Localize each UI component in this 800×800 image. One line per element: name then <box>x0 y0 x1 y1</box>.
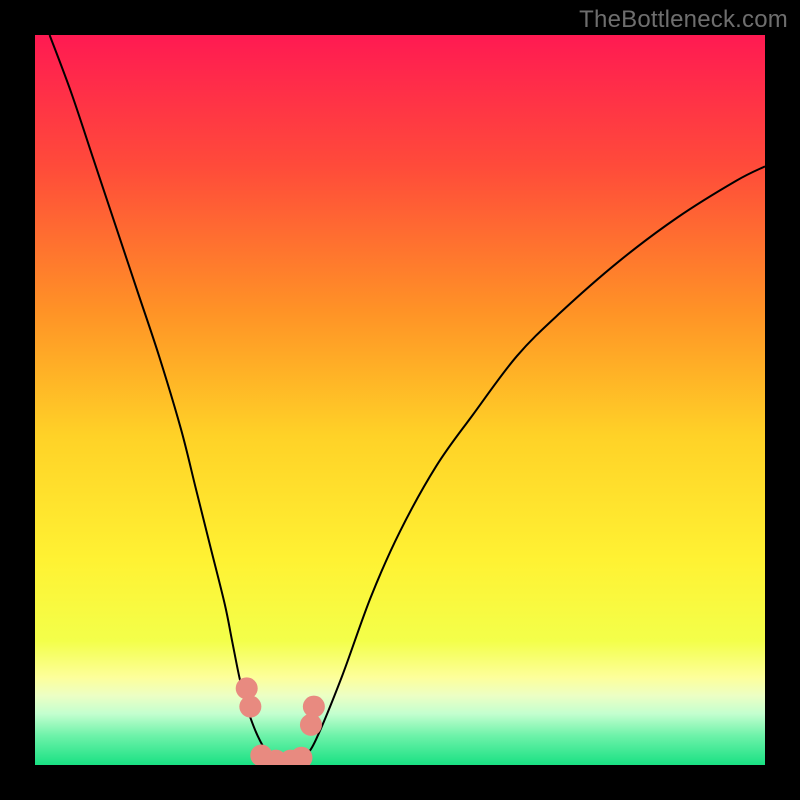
plot-area <box>35 35 765 765</box>
marker-dot <box>236 677 258 699</box>
gradient-background <box>35 35 765 765</box>
attribution-label: TheBottleneck.com <box>579 6 788 34</box>
marker-dot <box>239 696 261 718</box>
chart-frame: TheBottleneck.com <box>0 0 800 800</box>
marker-dot <box>303 696 325 718</box>
bottleneck-chart <box>35 35 765 765</box>
